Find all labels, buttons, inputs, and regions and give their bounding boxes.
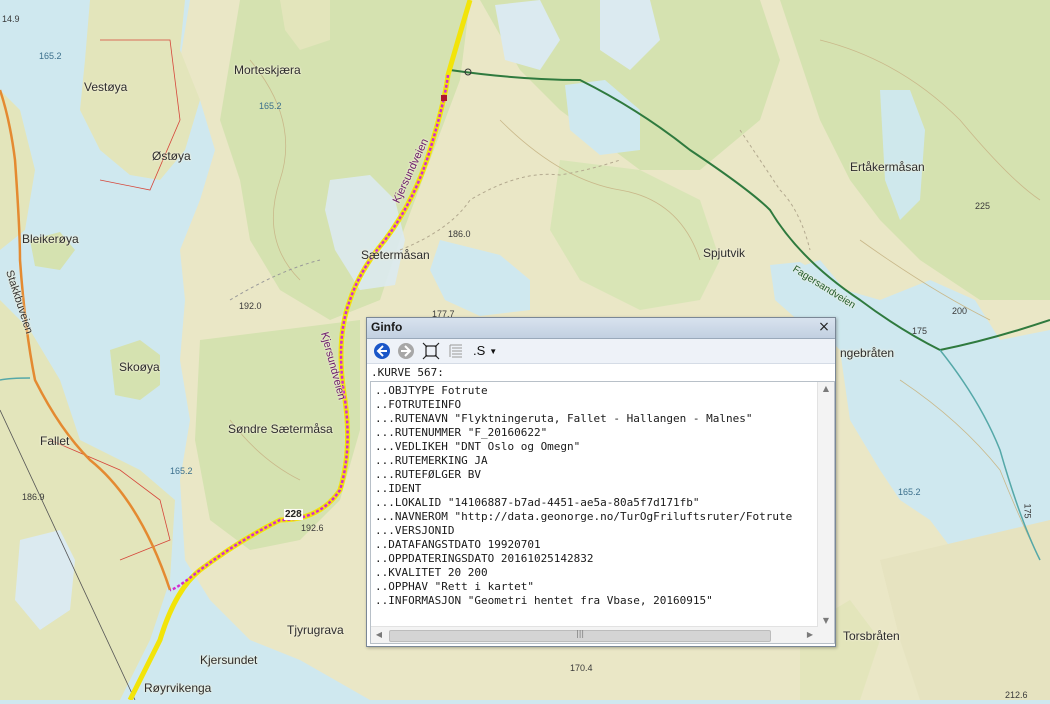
scroll-up-icon[interactable]: ▲ [818, 384, 834, 393]
attribute-line: ..INFORMASJON "Geometri hentet fra Vbase… [375, 594, 713, 607]
attribute-line: ..OPPDATERINGSDATO 20161025142832 [375, 552, 594, 565]
place-label-bleikeroya: Bleikerøya [22, 232, 79, 246]
horizontal-scrollbar[interactable]: ◀ ||| ▶ [371, 626, 818, 643]
place-label-tjyrugrava: Tjyrugrava [287, 623, 344, 637]
dropdown-arrow-icon: ▼ [489, 347, 498, 357]
elevation-186: 186.0 [448, 229, 471, 239]
place-label-torsbraten: Torsbråten [843, 629, 900, 643]
contour-label-175-b: 175 [1022, 503, 1033, 519]
attribute-line: ...NAVNEROM "http://data.geonorge.no/Tur… [375, 510, 793, 523]
place-label-kjersundet: Kjersundet [200, 653, 258, 667]
attribute-line: ...RUTEFØLGER BV [375, 468, 481, 481]
place-label-saetermasan: Sætermåsan [361, 248, 430, 262]
attribute-line: ..FOTRUTEINFO [375, 398, 462, 411]
place-label-ostoya: Østøya [152, 149, 191, 163]
ginfo-title: Ginfo [371, 320, 403, 334]
contour-label-14-9: 14.9 [2, 14, 20, 24]
attribute-line: ..KVALITET 20 200 [375, 566, 488, 579]
place-label-fallet: Fallet [40, 434, 70, 448]
attribute-line: ..OPPHAV "Rett i kartet" [375, 580, 534, 593]
elevation-water-4: 165.2 [898, 487, 921, 497]
ginfo-title-bar[interactable]: Ginfo × [367, 318, 835, 339]
attribute-line: ..DATAFANGSTDATO 19920701 [375, 538, 541, 551]
elevation-water-1: 165.2 [39, 51, 62, 61]
list-icon[interactable] [447, 342, 465, 360]
place-label-spjutvik: Spjutvik [703, 246, 746, 260]
s-menu-label: .S [473, 343, 486, 358]
elevation-212-6: 212.6 [1005, 690, 1028, 700]
zoom-extent-icon[interactable] [422, 342, 440, 360]
elevation-170-4: 170.4 [570, 663, 593, 673]
place-label-sondre-saetermasa: Søndre Sætermåsa [228, 422, 333, 436]
attribute-line: ...VEDLIKEH "DNT Oslo og Omegn" [375, 440, 581, 453]
place-label-royrvikenga: Røyrvikenga [144, 681, 212, 695]
scroll-corner [818, 627, 834, 643]
attribute-line: ...LOKALID "14106887-b7ad-4451-ae5a-80a5… [375, 496, 700, 509]
back-arrow-icon[interactable] [373, 342, 391, 360]
attribute-line: ...RUTENUMMER "F_20160622" [375, 426, 548, 439]
place-label-morteskjaera: Morteskjæra [234, 63, 301, 77]
elevation-192-6: 192.6 [301, 523, 324, 533]
attribute-line: ...VERSJONID [375, 524, 455, 537]
elevation-water-3: 165.2 [170, 466, 193, 476]
scroll-down-icon[interactable]: ▼ [818, 616, 834, 625]
scroll-right-icon[interactable]: ▶ [802, 630, 818, 639]
elevation-192: 192.0 [239, 301, 262, 311]
grip-icon: ||| [576, 629, 585, 638]
place-label-skooya: Skoøya [119, 360, 160, 374]
attribute-line: ..IDENT [375, 482, 422, 495]
attribute-line: ..OBJTYPE Fotrute [375, 384, 488, 397]
kurve-label: .KURVE 567: [371, 366, 444, 379]
place-label-ertakermasan: Ertåkermåsan [850, 160, 925, 174]
close-button[interactable]: × [817, 319, 831, 335]
attribute-lines: ..OBJTYPE Fotrute ..FOTRUTEINFO ...RUTENAV… [375, 384, 817, 608]
contour-label-200: 200 [952, 306, 968, 316]
s-menu-button[interactable]: .S ▼ [473, 343, 497, 361]
horizontal-scroll-thumb[interactable]: ||| [389, 629, 771, 642]
attribute-line: ...RUTENAVN "Flyktningeruta, Fallet - Ha… [375, 412, 753, 425]
ginfo-window[interactable]: Ginfo × .S ▼ .KURVE 567: ..OBJTYPE Fotrut… [366, 317, 836, 647]
ginfo-attribute-list[interactable]: ..OBJTYPE Fotrute ..FOTRUTEINFO ...RUTENAV… [370, 381, 835, 644]
place-label-ngebraten: ngebråten [840, 346, 895, 360]
vertical-scrollbar[interactable]: ▲ ▼ [817, 382, 834, 627]
elevation-186-9: 186.9 [22, 492, 45, 502]
contour-label-225: 225 [975, 201, 991, 211]
contour-label-175-a: 175 [912, 326, 928, 336]
forward-arrow-icon[interactable] [397, 342, 415, 360]
elevation-water-2: 165.2 [259, 101, 282, 111]
place-label-vestoya: Vestøya [84, 80, 128, 94]
ginfo-toolbar: .S ▼ [367, 339, 835, 364]
attribute-line: ...RUTEMERKING JA [375, 454, 488, 467]
route-number-badge: 228 [284, 509, 303, 520]
scroll-left-icon[interactable]: ◀ [371, 630, 387, 639]
